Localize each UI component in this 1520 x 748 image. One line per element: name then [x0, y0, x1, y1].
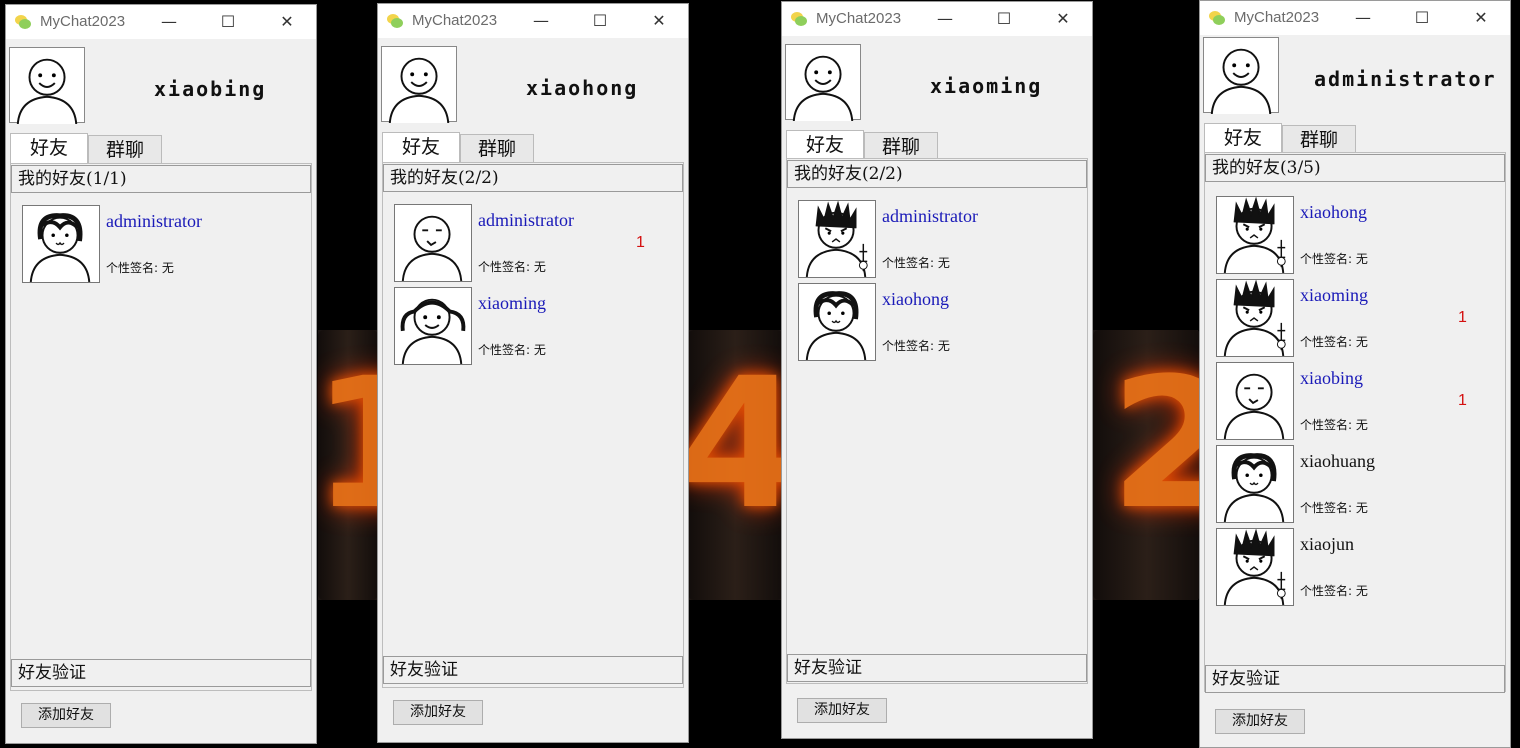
title-bar[interactable]: MyChat2023 — ☐ ✕: [6, 5, 316, 39]
unread-count-badge: 1: [1458, 309, 1467, 326]
chat-bubble-icon: [387, 14, 403, 28]
girl-messy-hair-icon[interactable]: [22, 205, 100, 283]
friend-signature: 个性签名: 无: [882, 256, 950, 270]
friend-list-item[interactable]: xiaohong 个性签名: 无: [798, 283, 1080, 363]
girl-messy-hair-icon[interactable]: [798, 283, 876, 361]
friend-name: xiaohong: [1300, 202, 1367, 222]
tab-friends[interactable]: 好友: [1204, 123, 1282, 154]
friend-name: xiaobing: [1300, 368, 1363, 388]
window-title: MyChat2023: [1234, 9, 1320, 26]
unread-count-badge: 1: [636, 234, 645, 251]
friend-name: administrator: [882, 206, 978, 226]
friend-signature: 个性签名: 无: [1300, 418, 1368, 432]
friend-verify-header[interactable]: 好友验证: [1205, 665, 1505, 693]
tab-groups[interactable]: 群聊: [460, 134, 534, 164]
friend-list-item[interactable]: xiaohong 个性签名: 无: [1216, 196, 1498, 276]
friend-verify-header[interactable]: 好友验证: [787, 654, 1087, 682]
friend-list-item[interactable]: xiaobing 个性签名: 无 1: [1216, 362, 1498, 442]
girl-pigtails-icon[interactable]: [394, 287, 472, 365]
maximize-button[interactable]: ☐: [993, 8, 1015, 30]
current-username: xiaoming: [930, 74, 1043, 98]
bald-face-icon[interactable]: [1216, 362, 1294, 440]
chat-window: MyChat2023 — ☐ ✕ xiaoming 好友 群聊 我的好友(2/2) a…: [781, 1, 1093, 739]
user-avatar[interactable]: [1203, 37, 1279, 115]
window-title: MyChat2023: [40, 13, 126, 30]
friend-signature: 个性签名: 无: [106, 261, 174, 275]
friend-verify-header[interactable]: 好友验证: [11, 659, 311, 687]
add-friend-button[interactable]: 添加好友: [393, 700, 483, 725]
title-bar[interactable]: MyChat2023 — ☐ ✕: [782, 2, 1092, 36]
window-title: MyChat2023: [816, 10, 902, 27]
window-title: MyChat2023: [412, 12, 498, 29]
friend-list-item[interactable]: administrator 个性签名: 无: [798, 200, 1080, 280]
tab-friends[interactable]: 好友: [382, 132, 460, 163]
current-username: xiaohong: [526, 76, 639, 100]
maximize-button[interactable]: ☐: [1411, 7, 1433, 29]
spiky-hair-angry-icon[interactable]: [798, 200, 876, 278]
chat-bubble-icon: [1209, 11, 1225, 25]
tab-friends[interactable]: 好友: [10, 133, 88, 164]
friend-signature: 个性签名: 无: [882, 339, 950, 353]
add-friend-button[interactable]: 添加好友: [1215, 709, 1305, 734]
close-button[interactable]: ✕: [1052, 8, 1074, 30]
close-button[interactable]: ✕: [648, 10, 670, 32]
minimize-button[interactable]: —: [530, 10, 552, 32]
friend-name: xiaohong: [882, 289, 949, 309]
close-button[interactable]: ✕: [1470, 7, 1492, 29]
maximize-button[interactable]: ☐: [217, 11, 239, 33]
minimize-button[interactable]: —: [1352, 7, 1374, 29]
user-avatar[interactable]: [9, 47, 85, 125]
minimize-button[interactable]: —: [158, 11, 180, 33]
add-friend-button[interactable]: 添加好友: [797, 698, 887, 723]
friend-name: xiaoming: [1300, 285, 1368, 305]
friend-group-header[interactable]: 我的好友(3/5): [1205, 154, 1505, 182]
close-button[interactable]: ✕: [276, 11, 298, 33]
friend-signature: 个性签名: 无: [478, 343, 546, 357]
user-avatar[interactable]: [785, 44, 861, 122]
friend-name: administrator: [478, 210, 574, 230]
tab-groups[interactable]: 群聊: [88, 135, 162, 165]
friend-signature: 个性签名: 无: [1300, 252, 1368, 266]
friend-signature: 个性签名: 无: [478, 260, 546, 274]
friend-name: xiaohuang: [1300, 451, 1375, 471]
tab-friends[interactable]: 好友: [786, 130, 864, 161]
friend-group-header[interactable]: 我的好友(1/1): [11, 165, 311, 193]
current-username: xiaobing: [154, 77, 267, 101]
chat-window: MyChat2023 — ☐ ✕ xiaohong 好友 群聊 我的好友(2/2) a…: [377, 3, 689, 743]
current-username: administrator: [1314, 67, 1497, 91]
friend-list-item[interactable]: xiaoming 个性签名: 无 1: [1216, 279, 1498, 359]
friend-group-header[interactable]: 我的好友(2/2): [787, 160, 1087, 188]
tab-groups[interactable]: 群聊: [1282, 125, 1356, 155]
friend-list-item[interactable]: xiaoming 个性签名: 无: [394, 287, 676, 367]
friend-group-header[interactable]: 我的好友(2/2): [383, 164, 683, 192]
add-friend-button[interactable]: 添加好友: [21, 703, 111, 728]
friend-name: xiaoming: [478, 293, 546, 313]
chat-window: MyChat2023 — ☐ ✕ administrator 好友 群聊 我的好友(3…: [1199, 0, 1511, 748]
unread-count-badge: 1: [1458, 392, 1467, 409]
friend-name: administrator: [106, 211, 202, 231]
title-bar[interactable]: MyChat2023 — ☐ ✕: [1200, 1, 1510, 35]
girl-messy-hair-icon[interactable]: [1216, 445, 1294, 523]
spiky-hair-angry-icon[interactable]: [1216, 279, 1294, 357]
friend-signature: 个性签名: 无: [1300, 584, 1368, 598]
spiky-hair-angry-icon[interactable]: [1216, 528, 1294, 606]
friend-signature: 个性签名: 无: [1300, 335, 1368, 349]
bald-face-icon[interactable]: [394, 204, 472, 282]
user-avatar[interactable]: [381, 46, 457, 124]
minimize-button[interactable]: —: [934, 8, 956, 30]
chat-bubble-icon: [15, 15, 31, 29]
maximize-button[interactable]: ☐: [589, 10, 611, 32]
friend-list-item[interactable]: administrator 个性签名: 无: [22, 205, 304, 285]
title-bar[interactable]: MyChat2023 — ☐ ✕: [378, 4, 688, 38]
friend-list-item[interactable]: administrator 个性签名: 无 1: [394, 204, 676, 284]
friend-list-item[interactable]: xiaojun 个性签名: 无: [1216, 528, 1498, 608]
friend-verify-header[interactable]: 好友验证: [383, 656, 683, 684]
friend-name: xiaojun: [1300, 534, 1354, 554]
chat-window: MyChat2023 — ☐ ✕ xiaobing 好友 群聊 我的好友(1/1) a…: [5, 4, 317, 744]
chat-bubble-icon: [791, 12, 807, 26]
friend-signature: 个性签名: 无: [1300, 501, 1368, 515]
spiky-hair-angry-icon[interactable]: [1216, 196, 1294, 274]
friend-list-item[interactable]: xiaohuang 个性签名: 无: [1216, 445, 1498, 525]
